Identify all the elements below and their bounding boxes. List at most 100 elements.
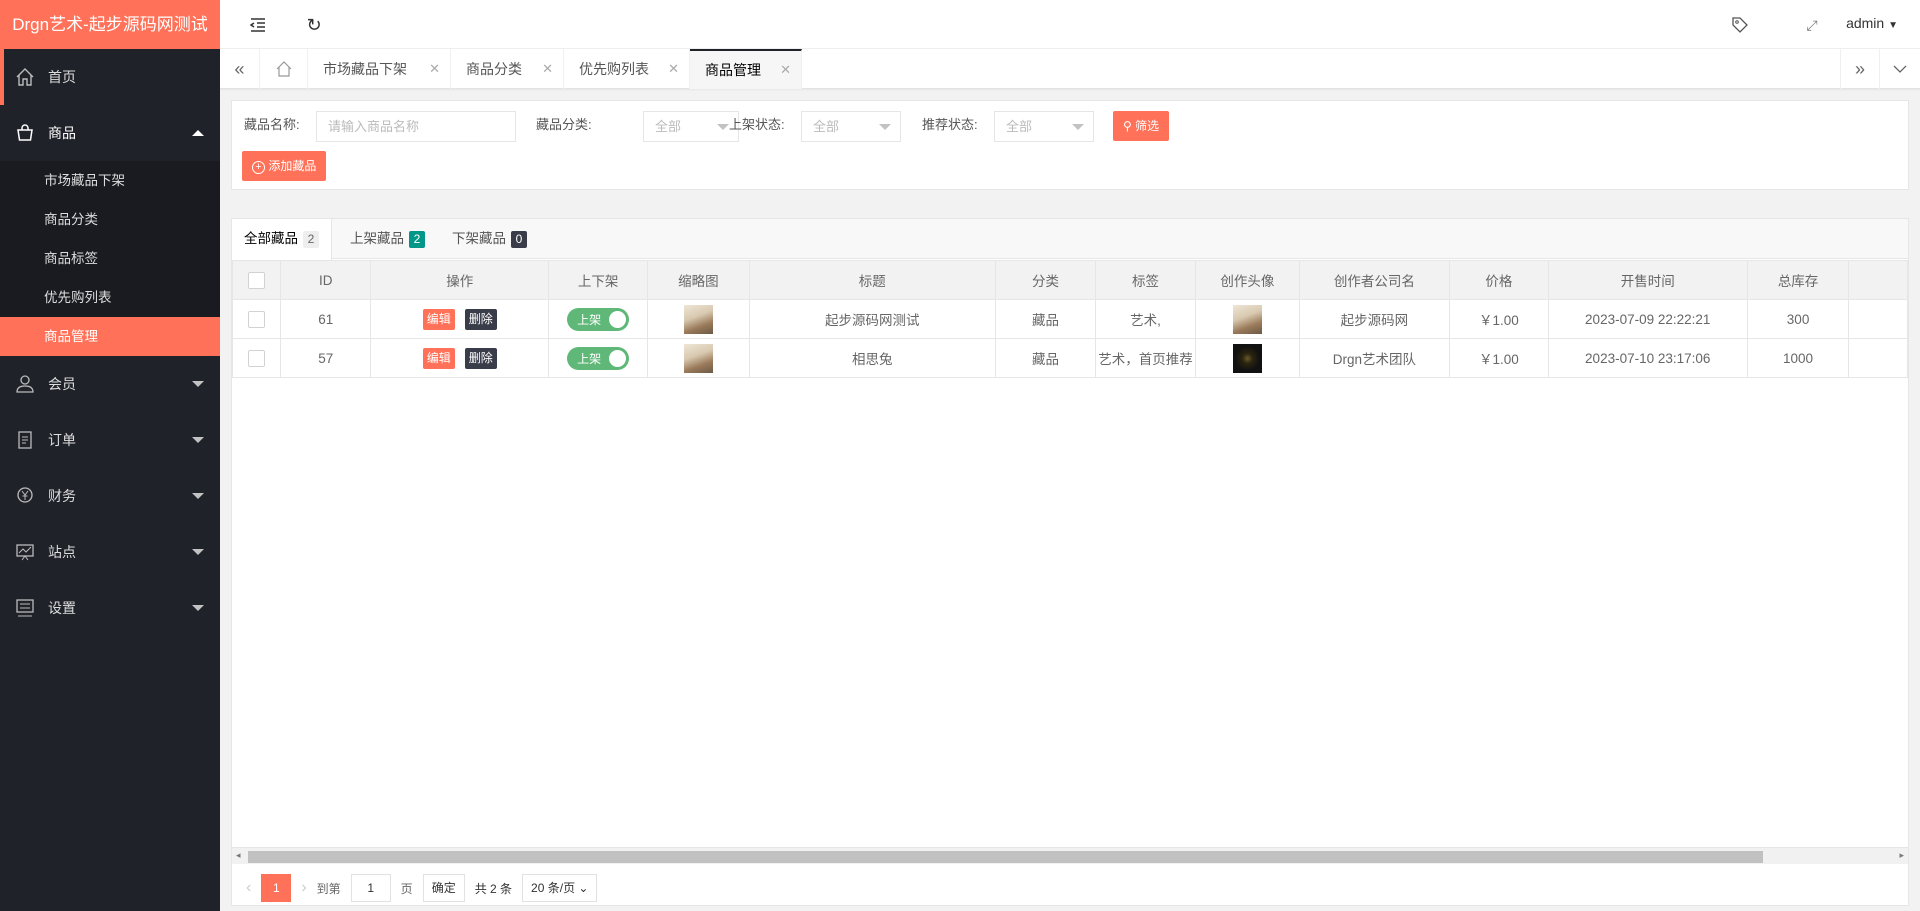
total-count: 共 2 条	[474, 881, 513, 896]
collapse-menu-icon[interactable]	[246, 13, 270, 37]
scroll-left-arrow-icon[interactable]: ◂	[236, 850, 241, 861]
finance-icon	[14, 485, 36, 507]
cell-company: 起步源码网	[1298, 299, 1451, 339]
delete-button[interactable]: 删除	[464, 347, 497, 369]
caret-down-icon	[192, 605, 204, 611]
table-row: 57 编辑 删除 上架 相思兔 藏品 艺术，首页推荐 Drgn艺术团队 ￥1.00…	[231, 338, 1908, 378]
close-icon[interactable]: ✕	[429, 61, 440, 77]
sidebar-item-settings[interactable]: 设置	[0, 580, 220, 636]
column-header: 价格	[1449, 260, 1549, 300]
column-header: 上下架	[548, 260, 649, 300]
sidebar-item-label: 首页	[48, 69, 76, 85]
tab-all-goods[interactable]: 全部藏品 2	[232, 219, 332, 260]
thumbnail-image[interactable]	[683, 343, 713, 373]
cell-sale-time: 2023-07-09 22:22:21	[1547, 299, 1748, 339]
tab-priority[interactable]: 优先购列表 ✕	[564, 49, 690, 89]
add-goods-button[interactable]: + 添加藏品	[242, 151, 327, 181]
cell-actions: 编辑 删除	[370, 338, 550, 378]
tab-home-icon[interactable]	[260, 49, 308, 89]
column-header: 创作者公司名	[1298, 260, 1451, 300]
sidebar-subitem-market-delist[interactable]: 市场藏品下架	[0, 161, 220, 200]
app-logo: Drgn艺术-起步源码网测试	[0, 0, 220, 49]
shelf-toggle[interactable]: 上架	[567, 346, 630, 370]
count-badge: 0	[511, 231, 527, 248]
recommend-status-select[interactable]: 全部	[994, 111, 1094, 142]
sidebar: Drgn艺术-起步源码网测试 首页 商品 市场藏品下架 商品分类 商品标签 优先…	[0, 0, 220, 911]
tab-goods-manage[interactable]: 商品管理 ✕	[690, 49, 802, 89]
tabs-scroll-left-icon[interactable]: «	[220, 49, 260, 89]
column-header: 开售时间	[1547, 260, 1748, 300]
tabs-scroll-right-icon[interactable]: »	[1840, 49, 1880, 89]
sidebar-subitem-category[interactable]: 商品分类	[0, 200, 220, 239]
sidebar-item-order[interactable]: 订单	[0, 412, 220, 468]
cell-id: 61	[280, 299, 372, 339]
tag-icon[interactable]	[1728, 13, 1752, 37]
tab-label: 优先购列表	[579, 61, 649, 77]
goto-confirm-button[interactable]: 确定	[422, 874, 465, 902]
cell-stock: 1000	[1746, 338, 1850, 378]
close-icon[interactable]: ✕	[780, 62, 791, 78]
close-icon[interactable]: ✕	[542, 61, 553, 77]
settings-icon	[14, 597, 36, 619]
search-button-label: 筛选	[1135, 119, 1160, 133]
edit-button[interactable]: 编辑	[422, 308, 455, 330]
category-select[interactable]: 全部	[643, 111, 739, 142]
tab-market-delist[interactable]: 市场藏品下架 ✕	[308, 49, 451, 89]
delete-button[interactable]: 删除	[464, 308, 497, 330]
page-tabs-bar: « 市场藏品下架 ✕ 商品分类 ✕ 优先购列表 ✕ 商品管理 ✕ »	[220, 49, 1920, 89]
caret-down-icon	[192, 437, 204, 443]
caret-down-icon	[879, 124, 891, 130]
tabs-menu-chevron-down-icon[interactable]	[1880, 49, 1920, 89]
column-header: 标签	[1095, 260, 1196, 300]
name-search-input[interactable]: 请输入商品名称	[316, 111, 516, 142]
page-button-current[interactable]: 1	[261, 874, 292, 902]
sidebar-subitem-priority[interactable]: 优先购列表	[0, 278, 220, 317]
cell-sale-time: 2023-07-10 23:17:06	[1547, 338, 1748, 378]
row-checkbox[interactable]	[231, 338, 282, 378]
page-label: 页	[400, 881, 413, 896]
cell-tags: 艺术,	[1095, 299, 1196, 339]
toggle-label: 上架	[577, 312, 602, 327]
prev-page-icon[interactable]: ‹	[246, 879, 251, 897]
tab-label: 下架藏品	[452, 231, 506, 246]
scroll-right-arrow-icon[interactable]: ▸	[1899, 850, 1904, 861]
sidebar-subitem-goods-manage[interactable]: 商品管理	[0, 317, 220, 356]
top-header: ↻ ⤢ admin ▼	[220, 0, 1920, 49]
table-row: 61 编辑 删除 上架 起步源码网测试 藏品 艺术, 起步源码网 ￥1.00 20…	[231, 299, 1908, 339]
category-label: 藏品分类:	[536, 117, 592, 132]
shelf-status-select[interactable]: 全部	[801, 111, 901, 142]
edit-button[interactable]: 编辑	[422, 347, 455, 369]
select-all-checkbox[interactable]	[231, 260, 282, 300]
tab-category[interactable]: 商品分类 ✕	[451, 49, 564, 89]
filter-panel: 藏品名称: 请输入商品名称 藏品分类: 全部 上架状态: 全部 推荐状态: 全部…	[231, 100, 1909, 190]
goto-label: 到第	[316, 881, 341, 896]
sidebar-item-site[interactable]: 站点	[0, 524, 220, 580]
sidebar-item-finance[interactable]: 财务	[0, 468, 220, 524]
row-checkbox[interactable]	[231, 299, 282, 339]
tab-off-shelf[interactable]: 下架藏品 0	[440, 219, 539, 259]
horizontal-scrollbar[interactable]: ◂ ▸	[232, 847, 1908, 864]
cell-avatar	[1194, 299, 1300, 339]
page-size-select[interactable]: 20 条/页 ⌄	[522, 874, 598, 902]
user-menu[interactable]: admin ▼	[1846, 15, 1898, 31]
column-header[interactable]: ID	[280, 260, 372, 300]
refresh-icon[interactable]: ↻	[302, 13, 326, 37]
tab-label: 商品分类	[466, 61, 522, 77]
close-icon[interactable]: ✕	[668, 61, 679, 77]
shelf-toggle[interactable]: 上架	[567, 307, 630, 331]
tab-on-shelf[interactable]: 上架藏品 2	[338, 219, 437, 259]
goto-page-input[interactable]: 1	[350, 874, 391, 902]
sidebar-item-home[interactable]: 首页	[0, 49, 220, 105]
creator-avatar[interactable]	[1232, 304, 1262, 334]
fullscreen-icon[interactable]: ⤢	[1800, 13, 1824, 37]
sidebar-item-member[interactable]: 会员	[0, 356, 220, 412]
thumbnail-image[interactable]	[683, 304, 713, 334]
search-button[interactable]: ⚲ 筛选	[1113, 111, 1170, 141]
creator-avatar[interactable]	[1232, 343, 1262, 373]
sidebar-subitem-tags[interactable]: 商品标签	[0, 239, 220, 278]
next-page-icon[interactable]: ›	[301, 879, 306, 897]
caret-up-icon	[192, 130, 204, 136]
column-header: 缩略图	[647, 260, 750, 300]
sidebar-item-goods[interactable]: 商品	[0, 105, 220, 161]
scrollbar-thumb[interactable]	[248, 851, 1763, 863]
